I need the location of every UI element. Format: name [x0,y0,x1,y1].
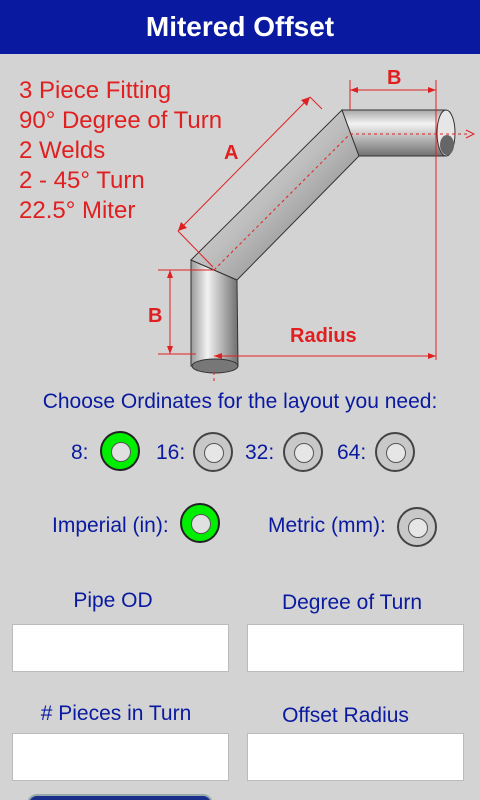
imperial-label: Imperial (in): [52,514,169,537]
pipe-od-input[interactable] [12,624,229,672]
metric-radio[interactable] [397,507,437,547]
title-bar: Mitered Offset [0,0,480,54]
pieces-in-turn-input[interactable] [12,733,229,781]
calculate-button[interactable] [27,794,213,800]
metric-label: Metric (mm): [268,514,386,537]
pipe-drawing: A B B Radius [148,67,476,384]
instruction-text: Choose Ordinates for the layout you need… [42,390,438,413]
ordinate-32-radio[interactable] [283,432,323,472]
radius-label: Radius [290,325,357,347]
imperial-radio[interactable] [180,503,220,543]
ordinate-8-radio[interactable] [100,431,140,471]
dimension-b-top-label: B [387,67,401,89]
pieces-in-turn-label: # Pieces in Turn [40,702,192,725]
dimension-b-left-label: B [148,305,162,327]
dimension-a-label: A [224,142,238,164]
pipe-od-label: Pipe OD [73,589,153,612]
pipe-diagram: 3 Piece Fitting 90° Degree of Turn 2 Wel… [0,54,480,384]
offset-radius-input[interactable] [247,733,464,781]
ordinate-16-radio[interactable] [193,432,233,472]
page-title: Mitered Offset [145,11,335,42]
ordinate-8-label: 8: [71,441,89,464]
offset-radius-label: Offset Radius [282,704,409,727]
ordinate-32-label: 32: [245,441,275,464]
degree-of-turn-label: Degree of Turn [281,591,423,614]
ordinate-16-label: 16: [156,441,186,464]
ordinate-64-label: 64: [337,441,367,464]
degree-of-turn-input[interactable] [247,624,464,672]
ordinate-64-radio[interactable] [375,432,415,472]
